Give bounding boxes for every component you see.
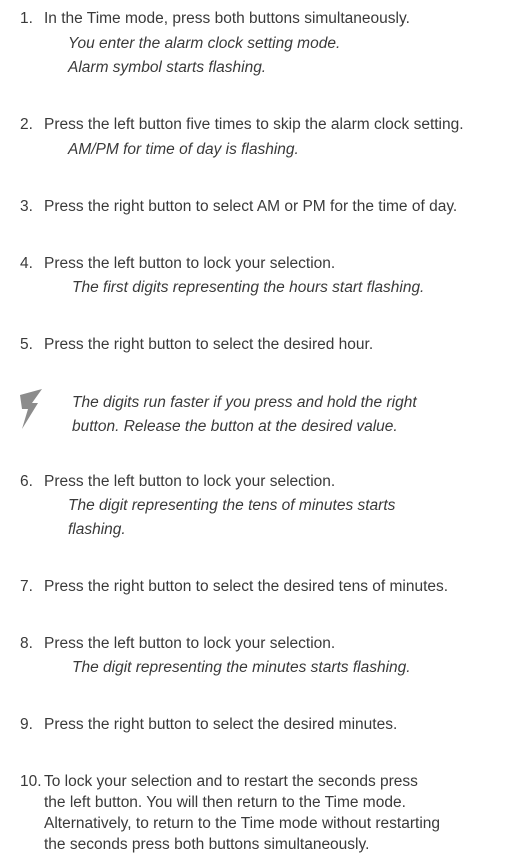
step-text: Press the right button to select the des…	[44, 336, 374, 353]
step-text: Press the right button to select the des…	[44, 578, 449, 595]
step-number: 3.	[20, 198, 33, 215]
lightning-bolt-icon	[20, 389, 42, 429]
instruction-page: 1. In the Time mode, press both buttons …	[0, 0, 530, 853]
tip-line-1: The digits run faster if you press and h…	[72, 394, 417, 411]
step-2-note-1: AM/PM for time of day is flashing.	[68, 141, 299, 158]
step-4-note-1: The first digits representing the hours …	[72, 279, 425, 296]
step-10-line-3: Alternatively, to return to the Time mod…	[44, 815, 441, 832]
step-6-note-1: The digit representing the tens of minut…	[68, 497, 396, 514]
step-number: 1.	[20, 10, 33, 27]
step-number: 8.	[20, 635, 33, 652]
step-number: 9.	[20, 716, 33, 733]
step-text: In the Time mode, press both buttons sim…	[44, 10, 410, 27]
step-text: Press the left button to lock your selec…	[44, 255, 336, 272]
step-number: 2.	[20, 116, 33, 133]
step-10-line-1: To lock your selection and to restart th…	[44, 773, 418, 790]
step-text: Press the right button to select the des…	[44, 716, 398, 733]
step-number: 10.	[20, 773, 42, 790]
step-10-line-2: the left button. You will then return to…	[44, 794, 406, 811]
step-10-line-4: the seconds press both buttons simultane…	[44, 836, 370, 853]
step-text-block: To lock your selection and to restart th…	[44, 771, 530, 855]
step-1-note-1: You enter the alarm clock setting mode.	[68, 35, 341, 52]
step-1-note-2: Alarm symbol starts flashing.	[68, 59, 267, 76]
step-text: Press the left button five times to skip…	[44, 116, 464, 133]
tip-line-2: button. Release the button at the desire…	[72, 418, 398, 435]
step-6-note-2: flashing.	[68, 521, 126, 538]
step-number: 5.	[20, 336, 33, 353]
step-number: 7.	[20, 578, 33, 595]
step-text: Press the left button to lock your selec…	[44, 635, 336, 652]
step-number: 4.	[20, 255, 33, 272]
step-number: 6.	[20, 473, 33, 490]
step-text: Press the left button to lock your selec…	[44, 473, 336, 490]
step-text: Press the right button to select AM or P…	[44, 198, 458, 215]
step-8-note-1: The digit representing the minutes start…	[72, 659, 411, 676]
